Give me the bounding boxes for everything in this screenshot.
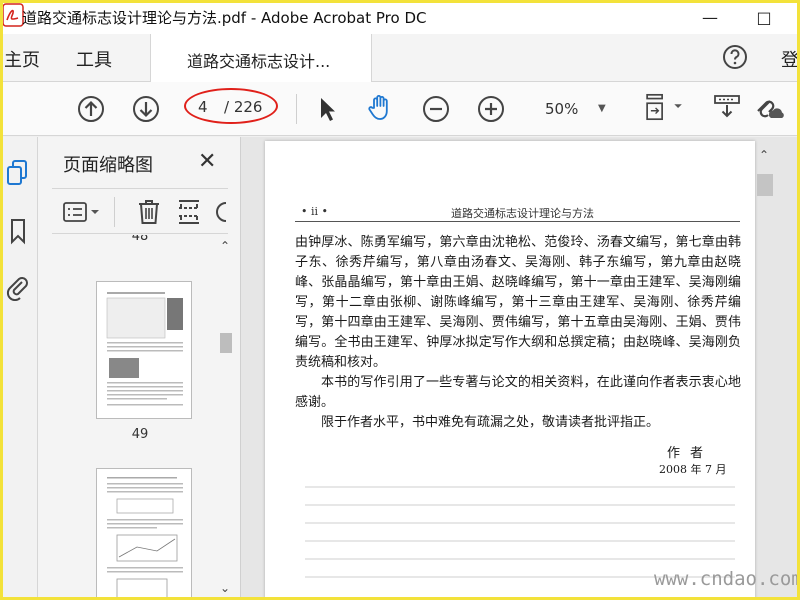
page-header-number: • ii • [301,205,329,218]
zoom-in-icon[interactable] [476,94,506,124]
navigation-rail [0,137,38,600]
page-thumbnails-icon[interactable] [5,159,31,187]
hand-tool-icon[interactable] [365,92,395,122]
tab-document[interactable]: 道路交通标志设计... [150,34,372,83]
signature-date: 2008 年 7 月 [659,463,727,476]
annotation-ellipse [184,88,278,124]
scrollbar-thumb[interactable] [757,174,773,196]
thumbnail-page-label: 49 [131,427,149,442]
next-page-icon[interactable] [131,94,161,124]
page-fit-icon[interactable] [642,92,686,122]
scrollbar-thumb[interactable] [220,333,232,353]
thumbnail-page-label: 48 [131,235,149,244]
paragraph: 由钟厚冰、陈勇军编写，第六章由沈艳松、范俊玲、汤春文编写，第七章由韩子东、徐秀芹… [295,235,741,370]
thumbnail-page-preview [107,477,183,600]
thumbnails-toolbar [52,188,228,234]
rotate-icon[interactable] [215,200,228,224]
main-toolbar: 4 / 226 50% ▼ [0,82,800,136]
maximize-button[interactable]: □ [744,0,784,34]
thumbnail-scrollbar[interactable]: ⌃ ⌄ [216,235,236,600]
header-rule [295,221,740,222]
thumbnails-title: 页面缩略图 [63,155,153,176]
acrobat-logo-icon [2,3,24,27]
thumbnails-toolbar-divider [114,197,115,227]
menu-home[interactable]: 主页 [4,46,40,72]
scroll-mode-icon[interactable] [712,92,742,122]
window-title: 道路交通标志设计理论与方法.pdf - Adobe Acrobat Pro DC [22,9,427,27]
signature-author: 作者 [667,446,714,461]
document-scrollbar[interactable]: ⌃ [755,148,775,600]
thumbnails-panel: 页面缩略图 ✕ 48 49 ⌃ ⌄ [38,137,241,600]
page-body-text: 由钟厚冰、陈勇军编写，第六章由沈艳松、范俊玲、汤春文编写，第七章由韩子东、徐秀芹… [295,233,741,433]
scroll-up-icon[interactable]: ⌃ [220,239,230,253]
menu-tools[interactable]: 工具 [76,46,112,72]
menu-bar: 主页 工具 道路交通标志设计... 登 [0,34,800,83]
attachment-icon[interactable] [5,273,31,301]
scroll-up-icon[interactable]: ⌃ [759,148,769,162]
document-page: • ii • 道路交通标志设计理论与方法 由钟厚冰、陈勇军编写，第六章由沈艳松、… [265,141,755,600]
document-viewport[interactable]: • ii • 道路交通标志设计理论与方法 由钟厚冰、陈勇军编写，第六章由沈艳松、… [241,137,800,600]
toolbar-divider [296,94,297,124]
scroll-down-icon[interactable]: ⌄ [220,581,230,595]
extract-pages-icon[interactable] [176,198,202,226]
paragraph: 本书的写作引用了一些专著与论文的相关资料，在此谨向作者表示衷心地感谢。 [295,375,741,410]
paragraph: 限于作者水平，书中难免有疏漏之处，敬请读者批评指正。 [321,415,660,430]
title-bar: 道路交通标志设计理论与方法.pdf - Adobe Acrobat Pro DC… [0,0,800,34]
thumbnail-options-icon[interactable] [62,201,102,223]
page-header-title: 道路交通标志设计理论与方法 [451,207,594,220]
zoom-level[interactable]: 50% [545,100,578,118]
watermark-text: www.cndao.com [654,568,800,590]
zoom-out-icon[interactable] [421,94,451,124]
thumbnail-list: 48 49 [52,235,214,600]
tab-document-label: 道路交通标志设计... [187,52,331,71]
link-cloud-icon[interactable] [752,92,786,122]
zoom-dropdown-icon[interactable]: ▼ [598,103,606,114]
minimize-button[interactable]: — [690,0,730,34]
thumbnail-page-49[interactable] [96,281,192,419]
trash-icon[interactable] [136,198,162,226]
login-link[interactable]: 登 [781,46,799,72]
select-arrow-icon[interactable] [312,94,342,124]
previous-page-icon[interactable] [76,94,106,124]
help-icon[interactable] [722,44,748,70]
bookmark-icon[interactable] [5,217,31,245]
thumbnail-page-preview [106,292,183,406]
close-icon[interactable]: ✕ [198,149,216,174]
thumbnail-page-50[interactable] [96,468,192,600]
